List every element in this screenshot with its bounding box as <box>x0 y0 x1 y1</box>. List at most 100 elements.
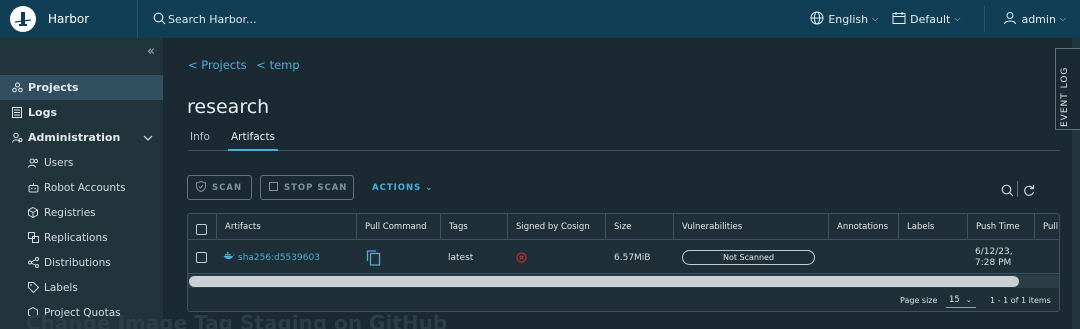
globe-icon <box>810 11 828 28</box>
copy-pull-command-icon[interactable] <box>366 241 381 274</box>
column-header[interactable]: Artifacts <box>216 214 356 240</box>
breadcrumb-temp-link[interactable]: < temp <box>256 58 299 72</box>
administration-icon <box>11 132 23 144</box>
users-icon <box>27 157 39 169</box>
refresh-icon[interactable] <box>1023 182 1035 201</box>
vulnerabilities-cell: Not Scanned <box>682 241 815 274</box>
column-header[interactable]: Size <box>605 214 673 240</box>
sidebar-item-logs[interactable]: Logs <box>0 100 163 125</box>
replications-icon <box>27 232 39 244</box>
top-header: Harbor Search Harbor... English ⌵ Defaul… <box>0 0 1080 38</box>
user-name: admin <box>1021 12 1056 26</box>
brand[interactable]: Harbor <box>0 0 138 38</box>
harbor-logo-icon <box>10 6 36 32</box>
table-footer: Page size 15 ⌄ 1 - 1 of 1 items <box>188 288 1059 311</box>
search-box[interactable]: Search Harbor... <box>153 0 257 38</box>
registries-icon <box>27 207 39 219</box>
pagination-range: 1 - 1 of 1 items <box>990 296 1051 305</box>
collapse-sidebar-icon[interactable]: « <box>147 44 155 59</box>
sidebar-item-registries[interactable]: Registries <box>0 200 163 225</box>
toolbar-divider <box>1017 181 1018 197</box>
user-icon <box>1003 11 1021 28</box>
select-all-checkbox[interactable] <box>196 223 207 235</box>
table-row[interactable]: sha256:d5539603 latest 6.57MiB Not Scann… <box>188 241 1059 274</box>
sidebar-item-label: Labels <box>44 281 78 294</box>
page-size-select[interactable]: 15 ⌄ <box>946 293 976 308</box>
logs-icon <box>11 107 23 119</box>
scan-button[interactable]: SCAN <box>187 175 252 200</box>
sidebar-item-administration[interactable]: Administration <box>0 125 163 150</box>
sidebar-item-label: Projects <box>28 81 79 94</box>
chevron-down-icon: ⌄ <box>425 183 434 193</box>
row-checkbox[interactable] <box>196 252 207 263</box>
event-log-toggle[interactable]: EVENT LOG <box>1055 48 1080 130</box>
chevron-down-icon: ⌄ <box>965 296 972 304</box>
search-icon[interactable] <box>1001 182 1014 201</box>
column-header[interactable]: Annotations <box>828 214 898 240</box>
breadcrumb: < Projects < temp <box>188 58 306 72</box>
language-label: English <box>828 12 869 26</box>
robot-icon <box>27 182 39 194</box>
column-header[interactable]: Pull <box>1034 214 1059 240</box>
user-menu[interactable]: admin ⌵ <box>1003 11 1066 28</box>
sidebar-item-label: Distributions <box>44 256 111 269</box>
sidebar-item-label: Logs <box>28 106 57 119</box>
table-header: Artifacts Pull Command Tags Signed by Co… <box>188 214 1059 240</box>
column-header[interactable]: Vulnerabilities <box>673 214 828 240</box>
tab-artifacts[interactable]: Artifacts <box>228 131 279 151</box>
breadcrumb-projects-link[interactable]: < Projects <box>188 58 247 72</box>
tab-info[interactable]: Info <box>190 131 210 151</box>
language-selector[interactable]: English ⌵ <box>810 11 878 28</box>
artifact-digest-link[interactable]: sha256:d5539603 <box>238 253 320 263</box>
chevron-down-icon <box>143 132 153 145</box>
sidebar-item-distributions[interactable]: Distributions <box>0 250 163 275</box>
size-cell: 6.57MiB <box>614 252 651 263</box>
docker-icon <box>223 251 235 264</box>
sidebar-item-replications[interactable]: Replications <box>0 225 163 250</box>
stop-icon <box>269 181 284 194</box>
theme-label: Default <box>910 12 951 26</box>
column-header[interactable]: Signed by Cosign <box>507 214 605 240</box>
sidebar: « Projects Logs Administration Users Rob… <box>0 38 163 329</box>
sidebar-item-label: Registries <box>44 206 96 219</box>
sidebar-item-label: Administration <box>28 131 121 144</box>
scrollbar-thumb[interactable] <box>189 276 1019 287</box>
distributions-icon <box>27 257 39 269</box>
push-date: 6/12/23, <box>975 246 1013 257</box>
page-title: research <box>187 96 270 118</box>
search-icon <box>153 10 166 29</box>
tab-bar: Info Artifacts <box>188 131 1060 151</box>
column-header[interactable]: Pull Command <box>356 214 440 240</box>
projects-icon <box>11 82 23 94</box>
column-header[interactable]: Labels <box>898 214 967 240</box>
artifact-cell: sha256:d5539603 <box>223 241 320 274</box>
artifacts-table: Artifacts Pull Command Tags Signed by Co… <box>187 213 1060 312</box>
shield-icon <box>196 180 212 195</box>
sidebar-item-users[interactable]: Users <box>0 150 163 175</box>
actions-label: ACTIONS <box>372 183 422 193</box>
sidebar-item-labels[interactable]: Labels <box>0 275 163 300</box>
scan-status-badge[interactable]: Not Scanned <box>682 250 815 265</box>
page-size-value: 15 <box>949 295 960 305</box>
sidebar-item-robot-accounts[interactable]: Robot Accounts <box>0 175 163 200</box>
push-time-cell: 6/12/23, 7:28 PM <box>975 241 1013 274</box>
push-time: 7:28 PM <box>975 257 1012 268</box>
column-header[interactable]: Tags <box>440 214 507 240</box>
horizontal-scrollbar[interactable] <box>188 275 1059 288</box>
select-all-cell <box>188 214 216 240</box>
scan-label: SCAN <box>212 182 243 193</box>
column-header[interactable]: Push Time <box>967 214 1034 240</box>
chevron-down-icon: ⌵ <box>872 14 879 23</box>
actions-dropdown[interactable]: ACTIONS ⌄ <box>372 183 433 193</box>
sidebar-item-projects[interactable]: Projects <box>0 75 163 100</box>
stop-scan-button[interactable]: STOP SCAN <box>260 175 354 200</box>
tag-cell: latest <box>448 252 474 263</box>
brand-name: Harbor <box>48 12 90 26</box>
sidebar-item-label: Robot Accounts <box>44 181 126 194</box>
theme-selector[interactable]: Default ⌵ <box>892 11 960 28</box>
header-divider <box>984 6 986 32</box>
row-select-cell <box>196 241 207 274</box>
event-log-label: EVENT LOG <box>1060 66 1070 127</box>
chevron-down-icon: ⌵ <box>954 14 961 23</box>
search-input[interactable]: Search Harbor... <box>168 13 257 26</box>
